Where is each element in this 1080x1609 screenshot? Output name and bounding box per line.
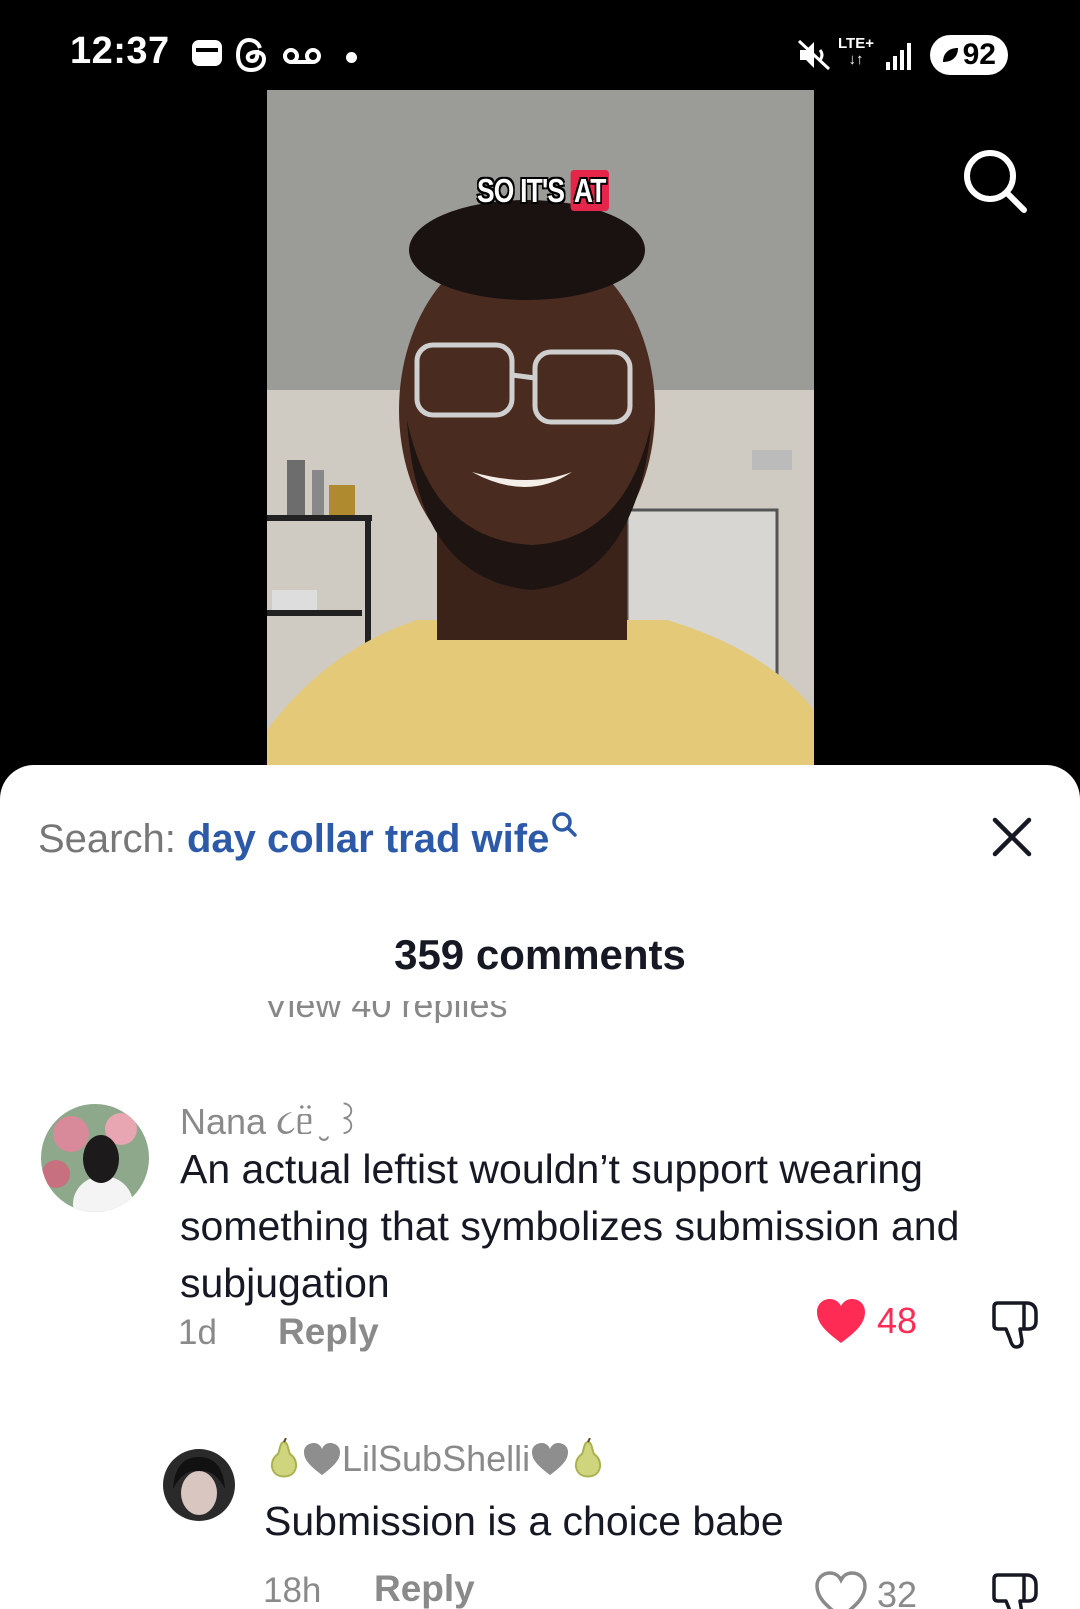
pear-icon [270,1438,298,1478]
dislike-icon[interactable] [990,1299,1040,1351]
heart-filled-icon [817,1299,865,1343]
comment-text: An actual leftist wouldn’t support weari… [180,1146,960,1306]
search-label: Search: [38,817,176,861]
search-query-link[interactable]: day collar trad wife [187,817,549,861]
search-icon[interactable] [962,148,1028,214]
comments-sheet: Search: day collar trad wife 359 comment… [0,765,1080,1609]
status-time: 12:37 [70,30,170,72]
like-count: 48 [877,1300,918,1341]
signal-icon [886,43,911,70]
pear-icon [575,1438,602,1478]
avatar[interactable] [41,1104,149,1212]
video-frame[interactable]: SO IT'S AT [267,90,814,790]
comment-username-text: LilSubShelli [342,1438,531,1479]
close-icon[interactable] [990,815,1034,859]
battery-level: 92 [962,38,996,71]
status-bar: 12:37 LTE+ ↓↑ 92 [0,0,1080,90]
grey-heart-icon [304,1443,340,1475]
video-player[interactable]: SO IT'S AT [0,90,1080,790]
like-count: 32 [877,1574,918,1609]
like-button[interactable]: 32 [815,1571,917,1609]
reply-button[interactable]: Reply [374,1568,475,1609]
battery-saver-icon [943,48,958,62]
battery-indicator: 92 [930,35,1008,75]
avatar[interactable] [163,1449,235,1521]
reply-button[interactable]: Reply [278,1311,379,1353]
video-caption: SO IT'S AT [477,170,609,211]
caption-highlight: AT [570,170,609,211]
comment-username[interactable]: Nana ૮ᥱ̈ ̮ ꒱ [180,1095,362,1144]
network-type: LTE+ ↓↑ [838,35,874,68]
threads-icon [235,37,267,73]
view-replies-button[interactable]: View 40 replies [264,1001,507,1023]
search-suggestion[interactable]: Search: day collar trad wife [38,812,578,862]
dislike-icon[interactable] [990,1571,1040,1609]
comment-text: Submission is a choice babe [264,1498,784,1544]
search-mini-icon [552,812,578,837]
like-button[interactable]: 48 [815,1297,917,1345]
caption-text: SO IT'S [477,172,565,209]
message-icon [192,40,222,66]
notification-dot-icon [346,52,357,63]
comment-age: 18h [263,1571,322,1609]
mute-icon [797,39,831,71]
grey-heart-icon [532,1443,569,1475]
heart-outline-icon [815,1571,867,1609]
comments-count: 359 comments [394,931,686,978]
comment-username[interactable]: LilSubShelli [266,1438,606,1480]
comment-age: 1d [178,1313,217,1352]
voicemail-icon [283,48,321,64]
